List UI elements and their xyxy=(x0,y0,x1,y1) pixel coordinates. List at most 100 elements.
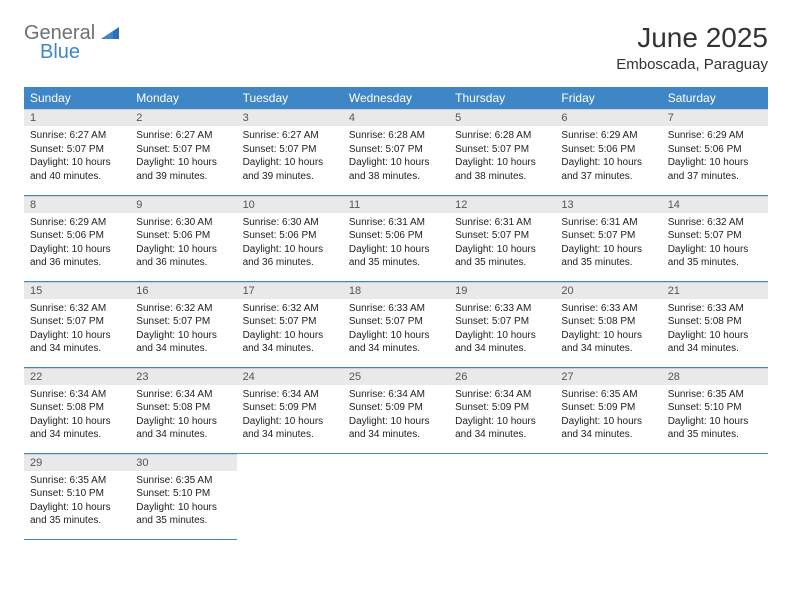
day-number: 4 xyxy=(343,109,449,126)
daylight-line: Daylight: 10 hours and 34 minutes. xyxy=(30,415,124,442)
calendar-week-row: 15Sunrise: 6:32 AMSunset: 5:07 PMDayligh… xyxy=(24,281,768,367)
calendar-day-cell: 17Sunrise: 6:32 AMSunset: 5:07 PMDayligh… xyxy=(237,281,343,367)
sunset-line: Sunset: 5:07 PM xyxy=(455,315,549,329)
calendar-day-cell: 12Sunrise: 6:31 AMSunset: 5:07 PMDayligh… xyxy=(449,195,555,281)
location-label: Emboscada, Paraguay xyxy=(616,56,768,73)
calendar-blank-cell xyxy=(449,453,555,539)
day-number: 30 xyxy=(130,454,236,471)
sunset-line: Sunset: 5:06 PM xyxy=(349,229,443,243)
daylight-line: Daylight: 10 hours and 38 minutes. xyxy=(349,156,443,183)
logo-text-blue: Blue xyxy=(40,41,119,64)
day-info: Sunrise: 6:31 AMSunset: 5:06 PMDaylight:… xyxy=(343,213,449,274)
day-number: 29 xyxy=(24,454,130,471)
daylight-line: Daylight: 10 hours and 35 minutes. xyxy=(30,501,124,528)
day-info: Sunrise: 6:29 AMSunset: 5:06 PMDaylight:… xyxy=(555,126,661,187)
day-info: Sunrise: 6:32 AMSunset: 5:07 PMDaylight:… xyxy=(130,299,236,360)
day-info: Sunrise: 6:32 AMSunset: 5:07 PMDaylight:… xyxy=(237,299,343,360)
sunset-line: Sunset: 5:10 PM xyxy=(668,401,762,415)
sunrise-line: Sunrise: 6:32 AM xyxy=(136,302,230,316)
day-info: Sunrise: 6:34 AMSunset: 5:08 PMDaylight:… xyxy=(130,385,236,446)
calendar-day-cell: 7Sunrise: 6:29 AMSunset: 5:06 PMDaylight… xyxy=(662,109,768,195)
daylight-line: Daylight: 10 hours and 34 minutes. xyxy=(243,329,337,356)
calendar-day-cell: 18Sunrise: 6:33 AMSunset: 5:07 PMDayligh… xyxy=(343,281,449,367)
calendar-day-cell: 28Sunrise: 6:35 AMSunset: 5:10 PMDayligh… xyxy=(662,367,768,453)
sunrise-line: Sunrise: 6:35 AM xyxy=(561,388,655,402)
day-number: 25 xyxy=(343,368,449,385)
daylight-line: Daylight: 10 hours and 35 minutes. xyxy=(136,501,230,528)
sunset-line: Sunset: 5:07 PM xyxy=(455,229,549,243)
calendar-day-cell: 8Sunrise: 6:29 AMSunset: 5:06 PMDaylight… xyxy=(24,195,130,281)
day-number: 23 xyxy=(130,368,236,385)
day-number: 13 xyxy=(555,196,661,213)
weekday-header-row: Sunday Monday Tuesday Wednesday Thursday… xyxy=(24,87,768,109)
calendar-day-cell: 3Sunrise: 6:27 AMSunset: 5:07 PMDaylight… xyxy=(237,109,343,195)
day-info: Sunrise: 6:34 AMSunset: 5:09 PMDaylight:… xyxy=(449,385,555,446)
sunrise-line: Sunrise: 6:34 AM xyxy=(455,388,549,402)
daylight-line: Daylight: 10 hours and 34 minutes. xyxy=(136,329,230,356)
calendar-day-cell: 14Sunrise: 6:32 AMSunset: 5:07 PMDayligh… xyxy=(662,195,768,281)
daylight-line: Daylight: 10 hours and 35 minutes. xyxy=(455,243,549,270)
day-info: Sunrise: 6:27 AMSunset: 5:07 PMDaylight:… xyxy=(130,126,236,187)
day-info: Sunrise: 6:30 AMSunset: 5:06 PMDaylight:… xyxy=(130,213,236,274)
day-info: Sunrise: 6:35 AMSunset: 5:10 PMDaylight:… xyxy=(24,471,130,532)
calendar-day-cell: 20Sunrise: 6:33 AMSunset: 5:08 PMDayligh… xyxy=(555,281,661,367)
day-number: 22 xyxy=(24,368,130,385)
sunset-line: Sunset: 5:07 PM xyxy=(30,315,124,329)
sunrise-line: Sunrise: 6:30 AM xyxy=(243,216,337,230)
sunrise-line: Sunrise: 6:34 AM xyxy=(136,388,230,402)
weekday-thursday: Thursday xyxy=(449,87,555,109)
daylight-line: Daylight: 10 hours and 39 minutes. xyxy=(243,156,337,183)
day-number: 16 xyxy=(130,282,236,299)
calendar-day-cell: 22Sunrise: 6:34 AMSunset: 5:08 PMDayligh… xyxy=(24,367,130,453)
calendar-day-cell: 21Sunrise: 6:33 AMSunset: 5:08 PMDayligh… xyxy=(662,281,768,367)
day-info: Sunrise: 6:33 AMSunset: 5:07 PMDaylight:… xyxy=(449,299,555,360)
calendar-week-row: 1Sunrise: 6:27 AMSunset: 5:07 PMDaylight… xyxy=(24,109,768,195)
calendar-week-row: 8Sunrise: 6:29 AMSunset: 5:06 PMDaylight… xyxy=(24,195,768,281)
day-info: Sunrise: 6:29 AMSunset: 5:06 PMDaylight:… xyxy=(24,213,130,274)
daylight-line: Daylight: 10 hours and 34 minutes. xyxy=(455,415,549,442)
day-number: 10 xyxy=(237,196,343,213)
sunset-line: Sunset: 5:08 PM xyxy=(136,401,230,415)
sunrise-line: Sunrise: 6:35 AM xyxy=(30,474,124,488)
sunset-line: Sunset: 5:10 PM xyxy=(136,487,230,501)
daylight-line: Daylight: 10 hours and 36 minutes. xyxy=(30,243,124,270)
day-info: Sunrise: 6:31 AMSunset: 5:07 PMDaylight:… xyxy=(555,213,661,274)
sunset-line: Sunset: 5:09 PM xyxy=(349,401,443,415)
sunrise-line: Sunrise: 6:29 AM xyxy=(668,129,762,143)
sunrise-line: Sunrise: 6:33 AM xyxy=(561,302,655,316)
day-number: 9 xyxy=(130,196,236,213)
calendar-day-cell: 23Sunrise: 6:34 AMSunset: 5:08 PMDayligh… xyxy=(130,367,236,453)
calendar-blank-cell xyxy=(662,453,768,539)
calendar-day-cell: 15Sunrise: 6:32 AMSunset: 5:07 PMDayligh… xyxy=(24,281,130,367)
calendar-day-cell: 13Sunrise: 6:31 AMSunset: 5:07 PMDayligh… xyxy=(555,195,661,281)
calendar-day-cell: 26Sunrise: 6:34 AMSunset: 5:09 PMDayligh… xyxy=(449,367,555,453)
day-info: Sunrise: 6:33 AMSunset: 5:08 PMDaylight:… xyxy=(555,299,661,360)
calendar-day-cell: 4Sunrise: 6:28 AMSunset: 5:07 PMDaylight… xyxy=(343,109,449,195)
day-info: Sunrise: 6:27 AMSunset: 5:07 PMDaylight:… xyxy=(24,126,130,187)
logo-triangle-icon xyxy=(101,23,119,39)
day-info: Sunrise: 6:33 AMSunset: 5:07 PMDaylight:… xyxy=(343,299,449,360)
day-number: 5 xyxy=(449,109,555,126)
sunset-line: Sunset: 5:07 PM xyxy=(243,315,337,329)
daylight-line: Daylight: 10 hours and 34 minutes. xyxy=(561,415,655,442)
sunrise-line: Sunrise: 6:28 AM xyxy=(455,129,549,143)
daylight-line: Daylight: 10 hours and 35 minutes. xyxy=(349,243,443,270)
sunrise-line: Sunrise: 6:27 AM xyxy=(243,129,337,143)
sunset-line: Sunset: 5:08 PM xyxy=(668,315,762,329)
daylight-line: Daylight: 10 hours and 38 minutes. xyxy=(455,156,549,183)
day-info: Sunrise: 6:27 AMSunset: 5:07 PMDaylight:… xyxy=(237,126,343,187)
day-number: 7 xyxy=(662,109,768,126)
calendar-day-cell: 2Sunrise: 6:27 AMSunset: 5:07 PMDaylight… xyxy=(130,109,236,195)
daylight-line: Daylight: 10 hours and 34 minutes. xyxy=(349,329,443,356)
sunrise-line: Sunrise: 6:35 AM xyxy=(136,474,230,488)
sunrise-line: Sunrise: 6:29 AM xyxy=(30,216,124,230)
daylight-line: Daylight: 10 hours and 35 minutes. xyxy=(668,243,762,270)
sunset-line: Sunset: 5:10 PM xyxy=(30,487,124,501)
logo: General Blue xyxy=(24,22,119,64)
day-number: 18 xyxy=(343,282,449,299)
day-info: Sunrise: 6:29 AMSunset: 5:06 PMDaylight:… xyxy=(662,126,768,187)
weekday-tuesday: Tuesday xyxy=(237,87,343,109)
sunset-line: Sunset: 5:06 PM xyxy=(561,143,655,157)
day-number: 26 xyxy=(449,368,555,385)
sunrise-line: Sunrise: 6:31 AM xyxy=(455,216,549,230)
